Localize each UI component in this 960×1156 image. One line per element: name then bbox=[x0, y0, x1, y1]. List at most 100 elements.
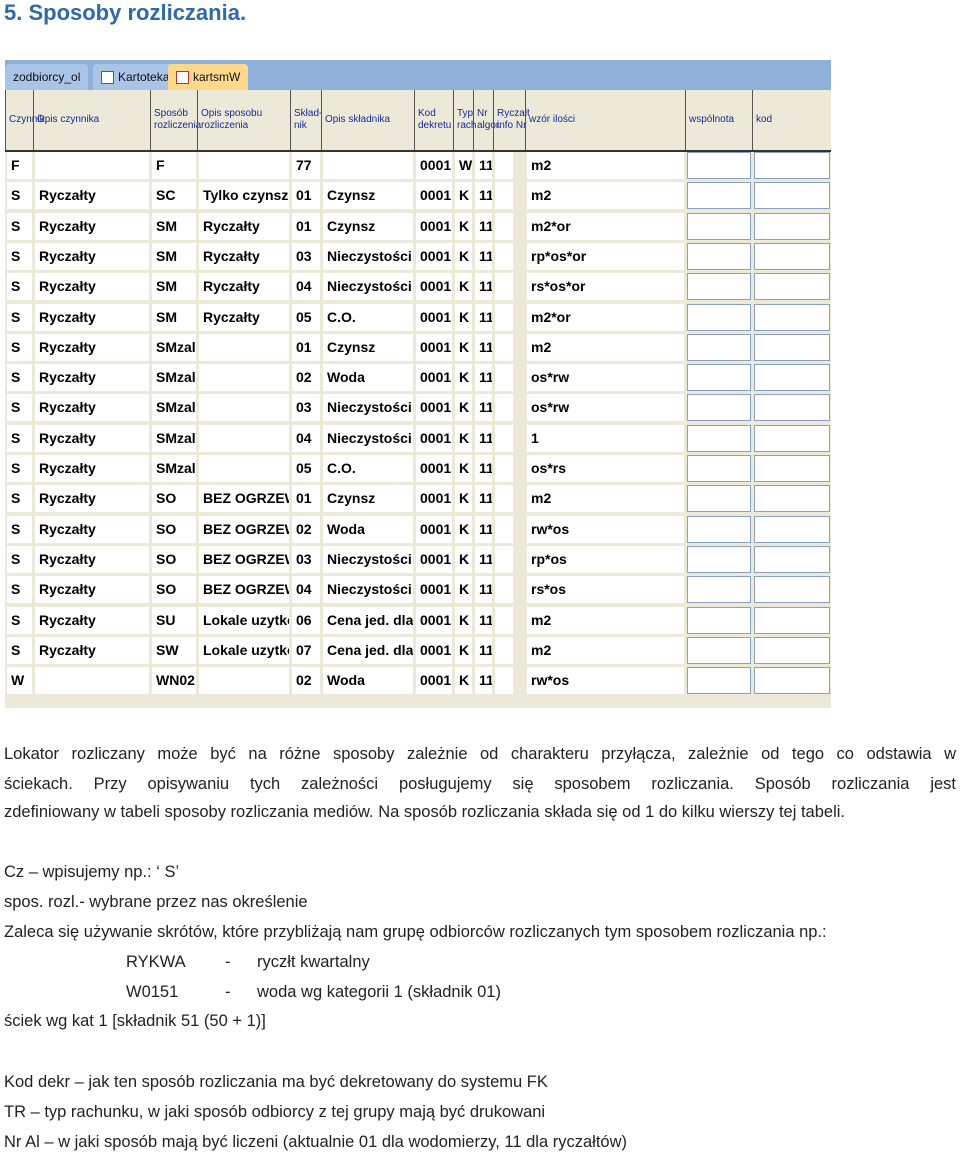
cell[interactable]: BEZ OGRZEWANIA bbox=[199, 485, 289, 513]
cell[interactable]: 02 bbox=[292, 667, 320, 695]
cell[interactable]: 11 bbox=[475, 515, 492, 543]
cell[interactable]: Woda bbox=[323, 515, 413, 543]
cell[interactable]: K bbox=[455, 667, 472, 695]
cell[interactable]: 11 bbox=[475, 242, 492, 270]
cell[interactable]: rp*os bbox=[527, 545, 684, 573]
cell[interactable] bbox=[687, 273, 751, 301]
cell[interactable]: rs*os bbox=[527, 576, 684, 604]
cell[interactable]: S bbox=[7, 333, 32, 361]
cell[interactable]: WN02 bbox=[152, 667, 196, 695]
cell[interactable]: S bbox=[7, 273, 32, 301]
cell[interactable]: Ryczałty bbox=[35, 455, 149, 482]
cell[interactable]: 11 bbox=[475, 606, 492, 634]
table-row[interactable]: SRyczałtySOBEZ OGRZEWANIA03Nieczystości … bbox=[5, 544, 831, 574]
cell[interactable]: S bbox=[7, 394, 32, 422]
cell[interactable] bbox=[687, 545, 751, 573]
cell[interactable] bbox=[687, 455, 751, 482]
cell[interactable]: S bbox=[7, 485, 32, 513]
cell[interactable]: 0001 bbox=[416, 455, 452, 482]
cell[interactable]: 11 bbox=[475, 182, 492, 210]
cell[interactable]: 0001 bbox=[416, 515, 452, 543]
cell[interactable] bbox=[495, 212, 513, 240]
cell[interactable] bbox=[199, 364, 289, 392]
cell[interactable]: S bbox=[7, 606, 32, 634]
cell[interactable]: 11 bbox=[475, 212, 492, 240]
column-header[interactable]: Nr algor. bbox=[473, 90, 501, 150]
cell[interactable]: Woda bbox=[323, 667, 413, 695]
cell[interactable]: 0001 bbox=[416, 152, 452, 179]
cell[interactable]: K bbox=[455, 182, 472, 210]
cell[interactable]: BEZ OGRZEWANIA bbox=[199, 515, 289, 543]
cell[interactable]: 01 bbox=[292, 485, 320, 513]
cell[interactable]: S bbox=[7, 182, 32, 210]
cell[interactable]: K bbox=[455, 394, 472, 422]
cell[interactable] bbox=[199, 455, 289, 482]
cell[interactable]: 05 bbox=[292, 455, 320, 482]
cell[interactable]: 02 bbox=[292, 515, 320, 543]
cell[interactable]: S bbox=[7, 545, 32, 573]
cell[interactable]: 0001 bbox=[416, 636, 452, 664]
cell[interactable]: Lokale uzytkowe 22 bbox=[199, 606, 289, 634]
column-header[interactable]: Typ rach bbox=[453, 90, 476, 150]
cell[interactable]: 0001 bbox=[416, 394, 452, 422]
cell[interactable]: 0001 bbox=[416, 485, 452, 513]
cell[interactable] bbox=[687, 606, 751, 634]
cell[interactable] bbox=[687, 242, 751, 270]
table-row[interactable]: S Ryczałty SMzal 02 Woda 0001 K 11 os*rw bbox=[5, 362, 831, 392]
cell[interactable]: 0001 bbox=[416, 424, 452, 452]
cell[interactable]: 0001 bbox=[416, 576, 452, 604]
cell[interactable] bbox=[199, 424, 289, 452]
cell[interactable]: Ryczałty bbox=[35, 485, 149, 513]
cell[interactable]: 06 bbox=[292, 606, 320, 634]
cell[interactable]: 11 bbox=[475, 394, 492, 422]
cell[interactable]: Czynsz bbox=[323, 485, 413, 513]
cell[interactable]: S bbox=[7, 242, 32, 270]
cell[interactable]: rp*os*or bbox=[527, 242, 684, 270]
cell[interactable] bbox=[754, 606, 830, 634]
cell[interactable]: SO bbox=[152, 515, 196, 543]
cell[interactable]: 11 bbox=[475, 455, 492, 482]
cell[interactable]: K bbox=[455, 485, 472, 513]
cell[interactable] bbox=[687, 667, 751, 695]
cell[interactable] bbox=[754, 152, 830, 179]
cell[interactable]: K bbox=[455, 333, 472, 361]
cell[interactable]: SC bbox=[152, 182, 196, 210]
cell[interactable]: Nieczystości stałe bbox=[323, 273, 413, 301]
cell[interactable] bbox=[199, 394, 289, 422]
cell[interactable]: m2 bbox=[527, 333, 684, 361]
cell[interactable]: F bbox=[7, 152, 32, 179]
table-row[interactable]: SRyczałtySMzal04Nieczystości stałe0001K1… bbox=[5, 423, 831, 453]
cell[interactable] bbox=[754, 333, 830, 361]
cell[interactable]: BEZ OGRZEWANIA bbox=[199, 576, 289, 604]
cell[interactable] bbox=[687, 515, 751, 543]
cell[interactable]: 11 bbox=[475, 303, 492, 331]
cell[interactable] bbox=[687, 424, 751, 452]
table-row[interactable]: SRyczałtySULokale uzytkowe 2206Cena jed.… bbox=[5, 605, 831, 635]
cell[interactable] bbox=[495, 364, 513, 392]
cell[interactable]: 04 bbox=[292, 273, 320, 301]
cell[interactable]: m2*or bbox=[527, 303, 684, 331]
cell[interactable] bbox=[687, 636, 751, 664]
cell[interactable]: 01 bbox=[292, 182, 320, 210]
cell[interactable]: 11 bbox=[475, 364, 492, 392]
cell[interactable]: K bbox=[455, 455, 472, 482]
column-header[interactable]: kod bbox=[752, 90, 831, 150]
cell[interactable]: Tylko czynsz bbox=[199, 182, 289, 210]
cell[interactable]: SM bbox=[152, 242, 196, 270]
cell[interactable] bbox=[754, 212, 830, 240]
cell[interactable]: 1 bbox=[527, 424, 684, 452]
cell[interactable]: os*rw bbox=[527, 394, 684, 422]
cell[interactable]: 11 bbox=[475, 636, 492, 664]
cell[interactable]: m2 bbox=[527, 606, 684, 634]
cell[interactable] bbox=[35, 152, 149, 179]
cell[interactable]: Nieczystości płynne bbox=[323, 545, 413, 573]
cell[interactable]: Ryczałty bbox=[35, 364, 149, 392]
cell[interactable]: 0001 bbox=[416, 545, 452, 573]
cell[interactable]: F bbox=[152, 152, 196, 179]
table-row[interactable]: SRyczałtySMzal 03Nieczystości płynne0001K… bbox=[5, 392, 831, 422]
cell[interactable]: K bbox=[455, 515, 472, 543]
cell[interactable] bbox=[687, 303, 751, 331]
cell[interactable] bbox=[754, 667, 830, 695]
cell[interactable] bbox=[754, 182, 830, 210]
cell[interactable]: SMzal bbox=[152, 333, 196, 361]
